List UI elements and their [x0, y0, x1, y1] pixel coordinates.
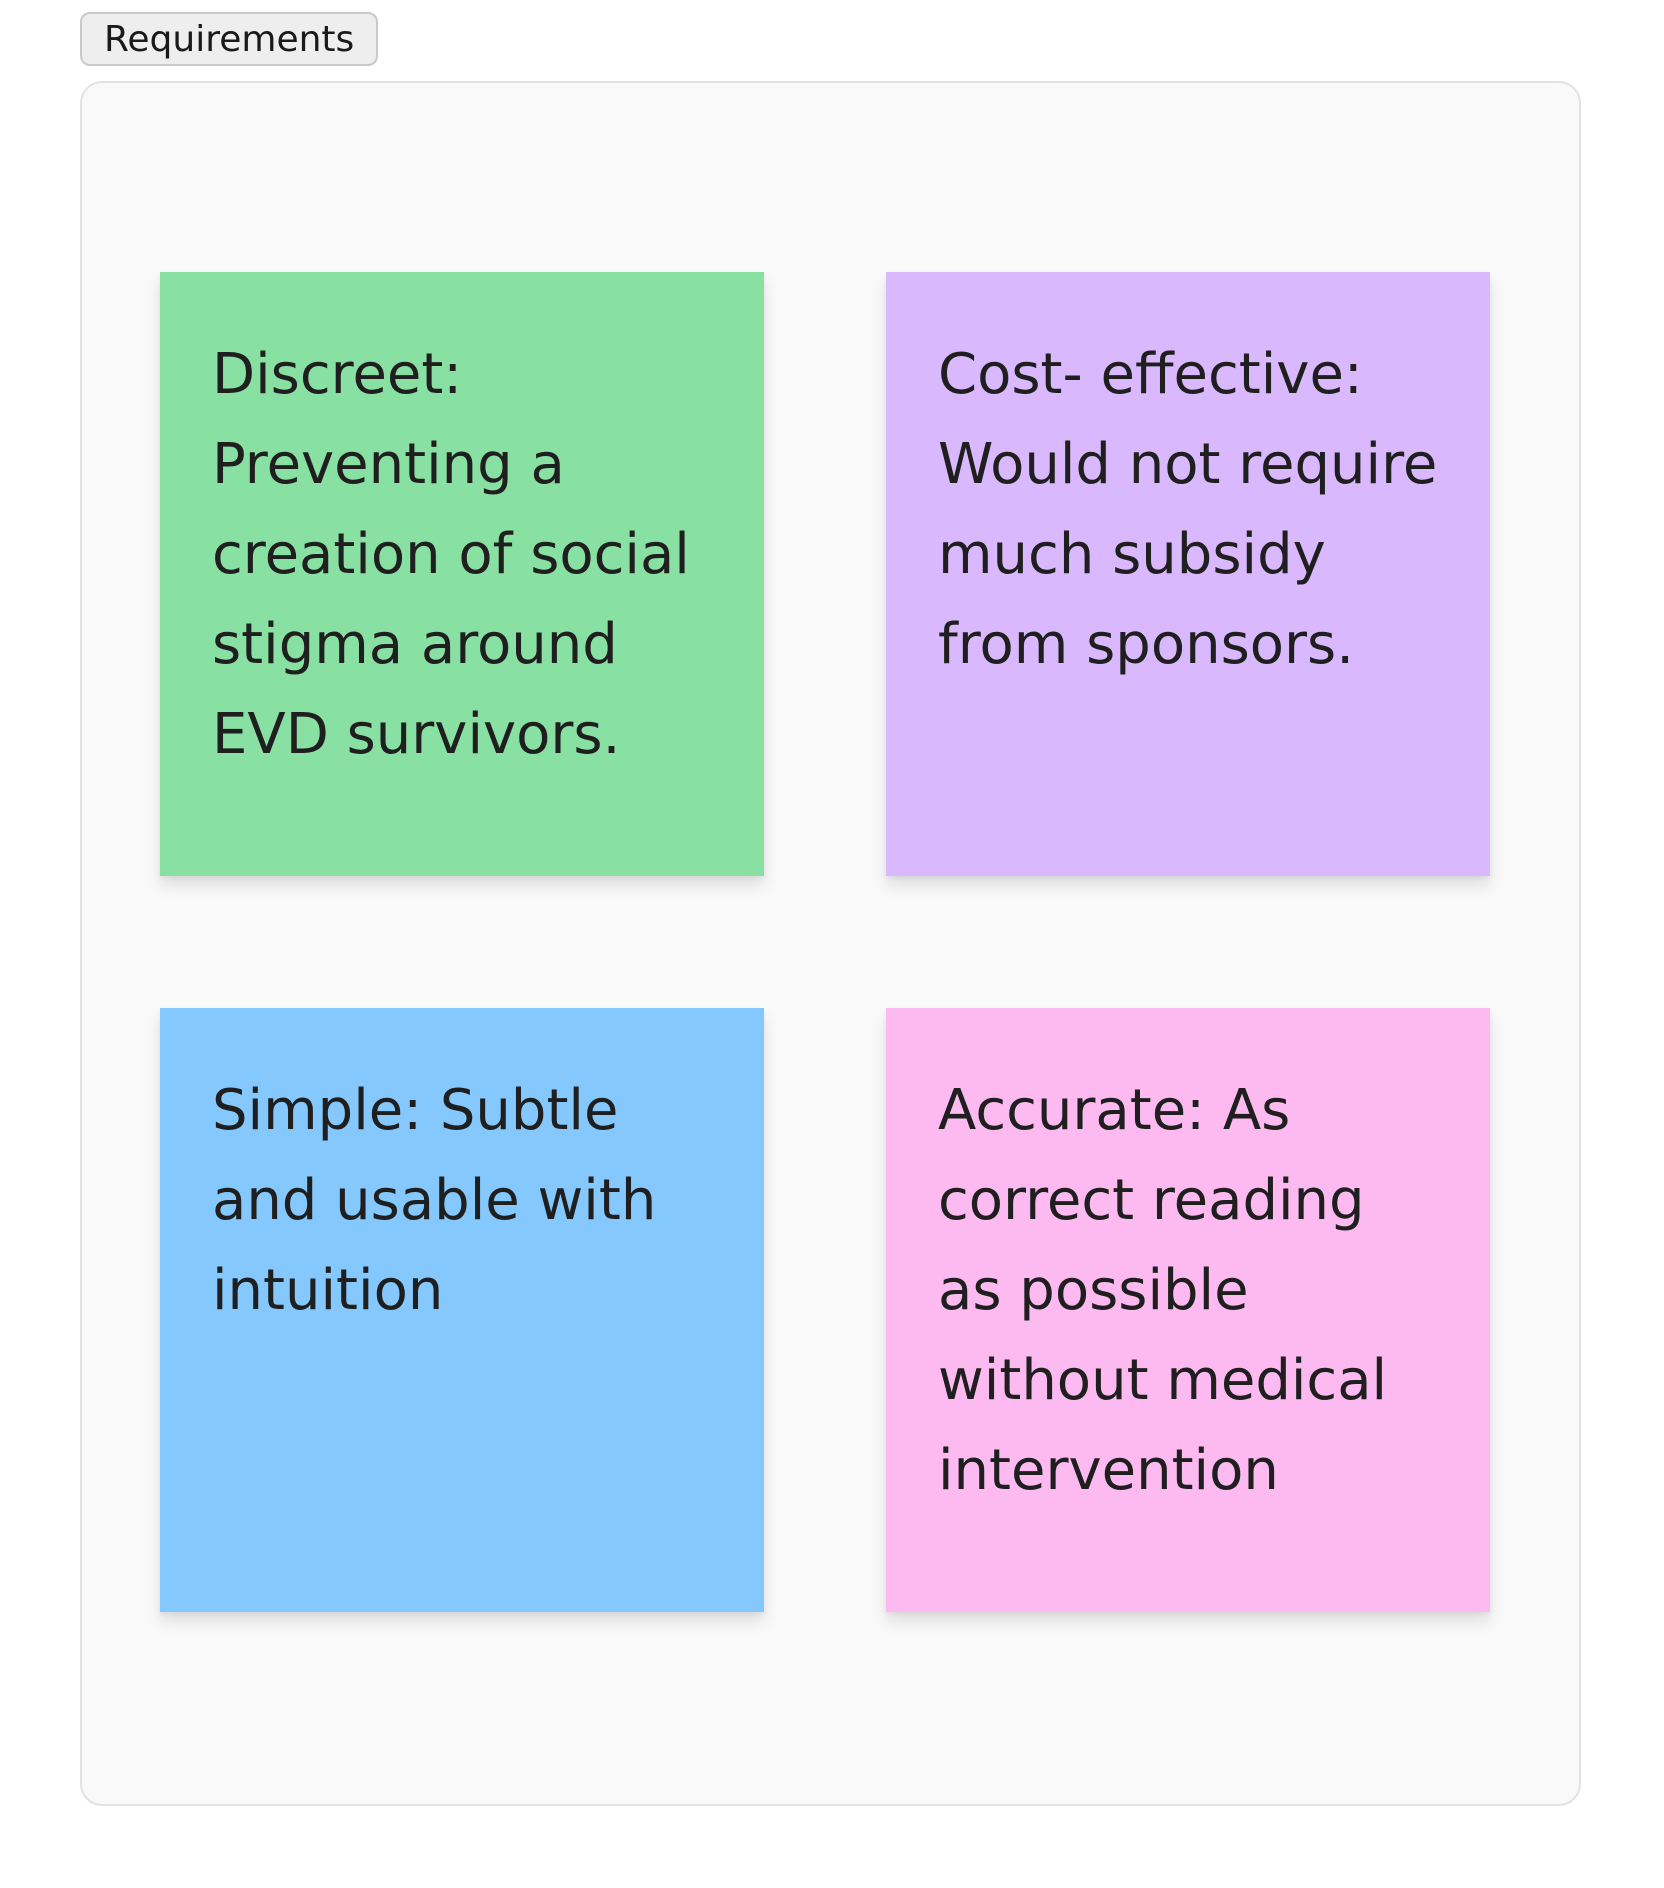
sticky-note-text: Cost- effective: Would not require much … — [938, 342, 1438, 677]
sticky-note-discreet[interactable]: Discreet: Preventing a creation of socia… — [160, 272, 764, 876]
sticky-note-text: Discreet: Preventing a creation of socia… — [212, 342, 690, 767]
section-title: Requirements — [104, 18, 355, 60]
sticky-note-simple[interactable]: Simple: Subtle and usable with intuition — [160, 1008, 764, 1612]
sticky-note-text: Simple: Subtle and usable with intuition — [212, 1078, 657, 1323]
sticky-note-text: Accurate: As correct reading as possible… — [938, 1078, 1388, 1503]
sticky-note-accurate[interactable]: Accurate: As correct reading as possible… — [886, 1008, 1490, 1612]
section-title-tab[interactable]: Requirements — [80, 12, 379, 66]
sticky-note-cost-effective[interactable]: Cost- effective: Would not require much … — [886, 272, 1490, 876]
